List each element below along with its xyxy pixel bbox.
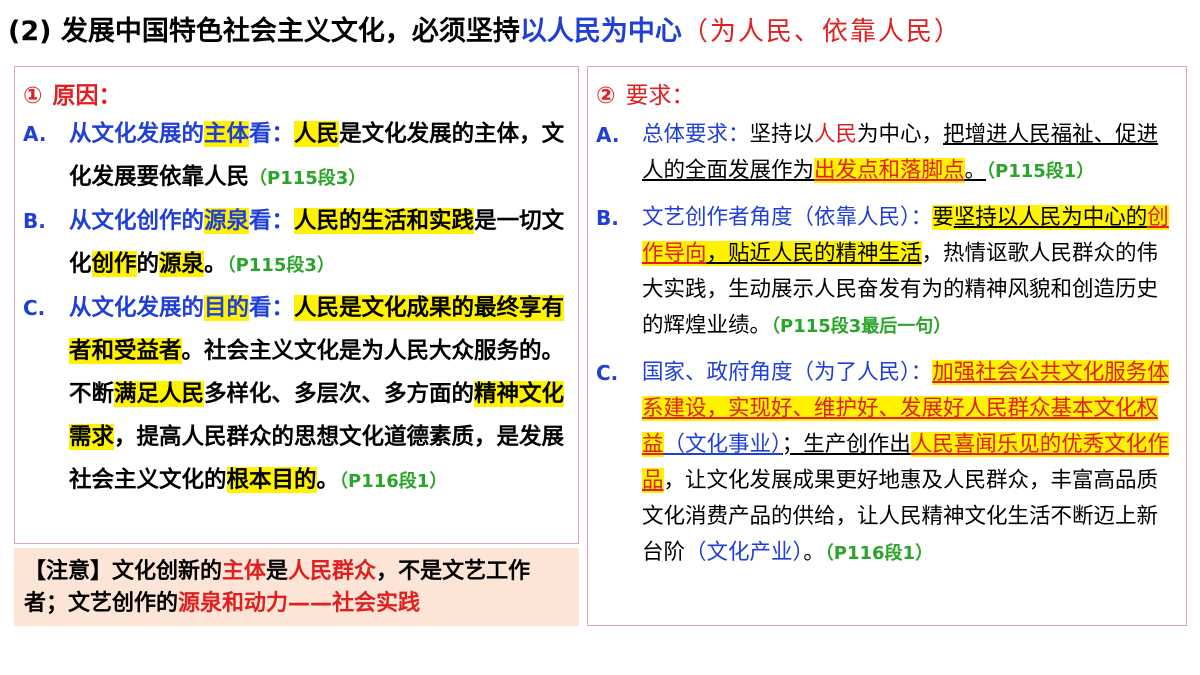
reason-a-subject: 主体: [204, 121, 250, 147]
requirement-a-text: 为中心，: [857, 122, 944, 147]
requirement-a-body: 总体要求：坚持以人民为中心，把增进人民福祉、促进人的全面发展作为出发点和落脚点。…: [642, 117, 1178, 190]
reason-a-text: 从文化发展的: [69, 121, 205, 147]
reason-b-source2: 源泉: [159, 251, 205, 277]
reason-item-a: A. 从文化发展的主体看：人民是文化发展的主体，文化发展要依靠人民（P115段3…: [23, 113, 568, 200]
note-text: 是: [266, 559, 289, 584]
note-practice: 社会实践: [332, 591, 421, 616]
requirement-b-spirit: ，贴近人民的精神生活: [706, 241, 922, 266]
reason-c-text: 从文化发展的: [69, 295, 205, 321]
reason-a-ref: （P115段3）: [249, 168, 367, 189]
requirements-heading: ② 要求：: [596, 75, 1178, 117]
requirement-b-body: 文艺创作者角度（依靠人民）：要坚持以人民为中心的创作导向，贴近人民的精神生活，热…: [642, 200, 1178, 345]
requirement-c-marker: C.: [596, 361, 619, 385]
reason-b-body: 从文化创作的源泉看：人民的生活和实践是一切文化创作的源泉。（P115段3）: [69, 200, 568, 287]
reason-c-text: 多样化、多层次、多方面的: [204, 381, 475, 407]
requirement-c-body: 国家、政府角度（为了人民）：加强社会公共文化服务体系建设，实现好、维护好、发展好…: [642, 355, 1178, 572]
requirement-a-text: 。: [964, 158, 987, 183]
reason-c-body: 从文化发展的目的看：人民是文化成果的最终享有者和受益者。社会主义文化是为人民大众…: [69, 287, 568, 503]
requirement-b-center: 坚持以人民为中心的: [953, 205, 1148, 230]
requirement-a-text: 坚持以: [749, 122, 815, 147]
reason-b-text: 从文化创作的: [69, 208, 205, 234]
note-source: 源泉和动力: [178, 591, 289, 616]
reason-b-text: 的: [136, 251, 160, 277]
reasons-panel: ① 原因： A. 从文化发展的主体看：人民是文化发展的主体，文化发展要依靠人民（P…: [14, 66, 579, 544]
requirement-a-ref: （P115段1）: [986, 161, 1095, 182]
requirement-b-marker: B.: [596, 206, 619, 230]
requirement-c-label: 国家、政府角度（为了人民）：: [642, 360, 933, 385]
reasons-number: ①: [23, 83, 43, 109]
reasons-heading-text: 原因：: [52, 83, 122, 109]
note-people: 人民群众: [288, 559, 377, 584]
requirements-number: ②: [596, 83, 616, 109]
reason-b-text: 。: [204, 251, 227, 277]
attention-note: 【注意】文化创新的主体是人民群众，不是文艺工作者；文艺创作的源泉和动力——社会实…: [14, 548, 579, 626]
reason-a-text: 看：: [249, 121, 295, 147]
requirement-item-a: A. 总体要求：坚持以人民为中心，把增进人民福祉、促进人的全面发展作为出发点和落…: [596, 117, 1178, 190]
title-prefix: (2) 发展中国特色社会主义文化，必须坚持: [8, 16, 520, 47]
requirement-c-text: 。: [803, 540, 825, 565]
reason-c-fundamental: 根本目的: [226, 467, 317, 493]
requirements-panel: ② 要求： A. 总体要求：坚持以人民为中心，把增进人民福祉、促进人的全面发展作为…: [587, 66, 1187, 626]
reason-b-marker: B.: [23, 209, 46, 233]
reasons-heading: ① 原因：: [23, 79, 568, 113]
requirement-c-text: ；生产创作出: [781, 432, 911, 457]
requirement-c-ref: （P116段1）: [824, 543, 934, 564]
reason-a-people: 人民: [294, 121, 340, 147]
title-subtitle: （为人民、依靠人民）: [681, 17, 962, 47]
reason-a-body: 从文化发展的主体看：人民是文化发展的主体，文化发展要依靠人民（P115段3）: [69, 113, 568, 200]
requirement-item-b: B. 文艺创作者角度（依靠人民）：要坚持以人民为中心的创作导向，贴近人民的精神生…: [596, 200, 1178, 345]
requirement-b-label: 文艺创作者角度（依靠人民）：: [642, 205, 933, 230]
reason-a-marker: A.: [23, 122, 47, 146]
note-dash: ——: [288, 591, 333, 616]
requirement-a-people: 人民: [814, 122, 858, 147]
reason-b-creation: 创作: [91, 251, 137, 277]
reason-c-marker: C.: [23, 296, 46, 320]
reason-b-text: 看：: [249, 208, 295, 234]
requirement-item-c: C. 国家、政府角度（为了人民）：加强社会公共文化服务体系建设，实现好、维护好、…: [596, 355, 1178, 572]
title-highlight: 以人民为中心: [519, 16, 682, 47]
requirement-b-text: 要: [932, 205, 954, 230]
note-text: 【注意】文化创新的: [24, 559, 223, 584]
reason-b-source: 源泉: [204, 208, 250, 234]
page-title: (2) 发展中国特色社会主义文化，必须坚持以人民为中心（为人民、依靠人民）: [8, 8, 1198, 56]
reason-c-text: 看：: [249, 295, 295, 321]
requirement-b-ref: （P115段3最后一句）: [771, 316, 952, 337]
reason-c-ref: （P116段1）: [339, 471, 448, 492]
requirement-c-undertaking: （文化事业）: [663, 432, 782, 457]
reason-b-ref: （P115段3）: [226, 255, 335, 276]
requirement-a-marker: A.: [596, 123, 620, 147]
reason-c-text: 。: [316, 467, 340, 493]
reason-b-life: 人民的生活和实践: [294, 208, 475, 234]
reason-item-c: C. 从文化发展的目的看：人民是文化成果的最终享有者和受益者。社会主义文化是为人…: [23, 287, 568, 503]
requirement-a-goal: 出发点和落脚点: [814, 158, 965, 183]
note-subject: 主体: [222, 559, 267, 584]
reason-c-purpose: 目的: [204, 295, 250, 321]
reason-item-b: B. 从文化创作的源泉看：人民的生活和实践是一切文化创作的源泉。（P115段3）: [23, 200, 568, 287]
requirement-a-label: 总体要求：: [642, 122, 750, 147]
requirement-c-industry: （文化产业）: [685, 540, 804, 565]
reason-c-satisfy: 满足人民: [114, 381, 205, 407]
requirements-heading-text: 要求：: [625, 83, 695, 109]
